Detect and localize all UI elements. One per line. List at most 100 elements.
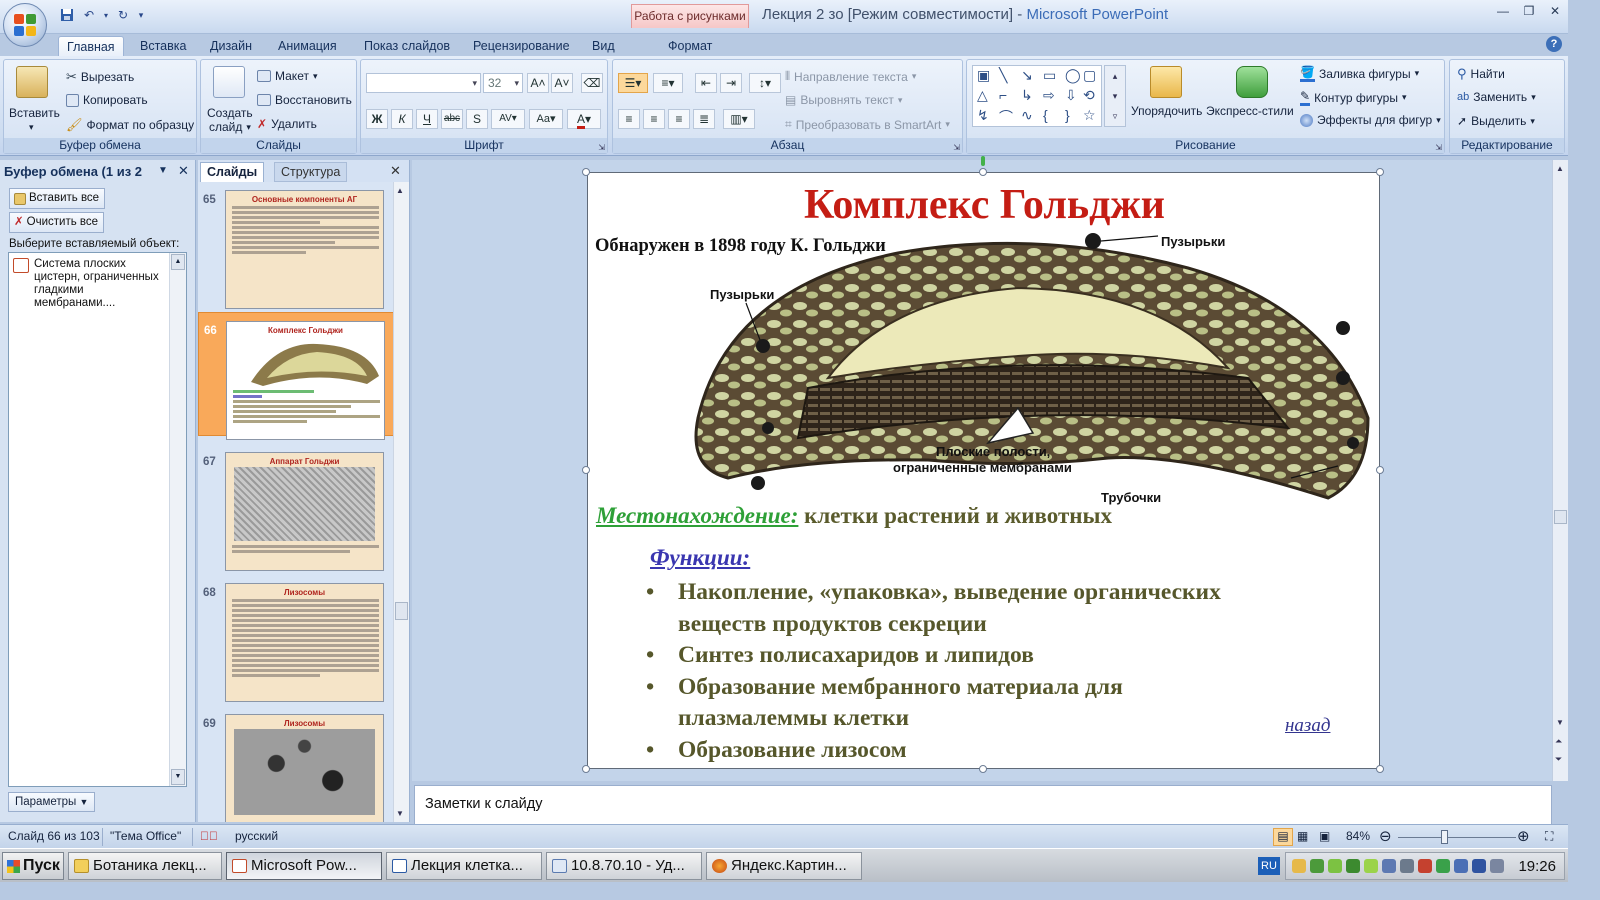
shapes-gallery-scroll[interactable]: ▴ ▾ ▿ [1104,65,1126,127]
textbox-shape-icon[interactable]: ▣ [977,67,990,84]
tray-icon[interactable] [1328,859,1342,873]
slide-thumbnail-row[interactable]: 67 Аппарат Гольджи [198,444,394,571]
replace-button[interactable]: ab Заменить ▾ [1457,90,1536,104]
zoom-slider-track[interactable] [1398,837,1516,838]
paste-icon[interactable] [16,66,48,98]
tray-icon[interactable] [1436,859,1450,873]
tab-review[interactable]: Рецензирование [465,36,578,58]
slide-area-scrollbar[interactable]: ▲ ▼ ⏶ ⏷ [1552,160,1568,781]
undo-icon[interactable]: ↶ [80,7,98,23]
slide-thumbnail-row[interactable]: 69 Лизосомы [198,706,394,822]
font-size-combo[interactable]: 32 ▾ [483,73,523,93]
tab-animation[interactable]: Анимация [270,36,345,58]
fit-to-window-icon[interactable]: ⛶ [1545,829,1553,844]
bullets-button[interactable]: ☰▾ [618,73,648,93]
drawing-dialog-launcher-icon[interactable]: ⇲ [1435,143,1442,152]
undo-dropdown-icon[interactable]: ▾ [102,7,110,23]
line-shape-icon[interactable]: ╲ [999,67,1007,84]
new-slide-label-1[interactable]: Создать [207,106,253,120]
scroll-down-icon[interactable]: ▼ [396,809,404,818]
line-spacing-button[interactable]: ↕▾ [749,73,781,93]
help-icon[interactable]: ? [1546,36,1562,52]
convert-smartart-button[interactable]: ⌗ Преобразовать в SmartArt ▾ [785,117,950,132]
scroll-up-icon[interactable]: ▲ [1556,164,1564,173]
taskbar-item[interactable]: Яндекс.Картин... [706,852,862,880]
shadow-button[interactable]: S [466,109,488,129]
underline-button[interactable]: Ч [416,109,438,129]
arrange-icon[interactable] [1150,66,1182,98]
scroll-down-icon[interactable]: ▼ [171,769,185,785]
rounded-rect-shape-icon[interactable]: ▢ [1083,67,1096,84]
format-painter-button[interactable]: 🖌 Формат по образцу [66,117,194,133]
zoom-slider-thumb[interactable] [1441,830,1448,844]
cut-button[interactable]: ✂ Вырезать [66,69,134,85]
new-slide-label-2[interactable]: слайд ▾ [209,120,251,134]
theme-name[interactable]: "Тема Office" [110,829,181,843]
curved-shape-icon[interactable]: ⟲ [1083,87,1095,104]
slide-thumbnail[interactable]: Комплекс Гольджи [226,321,385,440]
restore-button[interactable]: ❐ [1518,3,1540,20]
tray-icon[interactable] [1418,859,1432,873]
paragraph-dialog-launcher-icon[interactable]: ⇲ [953,143,960,152]
down-arrow-shape-icon[interactable]: ⇩ [1065,87,1077,104]
tab-insert[interactable]: Вставка [132,36,194,58]
next-slide-icon[interactable]: ⏷ [1555,754,1562,765]
grow-font-button[interactable]: A˄ [527,73,549,93]
clipboard-item[interactable]: Система плоских цистерн, ограниченных гл… [13,258,165,310]
zoom-in-icon[interactable]: ⊕ [1517,827,1530,845]
resize-handle[interactable] [1376,466,1384,474]
customize-qat-icon[interactable]: ▾ [136,7,146,23]
right-arrow-shape-icon[interactable]: ⇨ [1043,87,1055,104]
clear-formatting-button[interactable]: ⌫ [581,73,603,93]
arrange-button[interactable]: Упорядочить [1131,104,1202,118]
numbering-button[interactable]: ≡▾ [653,73,683,93]
layout-button[interactable]: Макет ▾ [257,69,318,83]
italic-button[interactable]: К [391,109,413,129]
location-text[interactable]: Местонахождение: клетки растений и живот… [596,503,1112,529]
resize-handle[interactable] [1376,765,1384,773]
copy-button[interactable]: Копировать [66,93,148,107]
slides-scroll-thumb[interactable] [395,602,408,620]
quick-styles-icon[interactable] [1236,66,1268,98]
tray-icon[interactable] [1346,859,1360,873]
taskbar-item-active[interactable]: Microsoft Pow... [226,852,382,880]
taskbar-item[interactable]: Лекция клетка... [386,852,542,880]
star-shape-icon[interactable]: ☆ [1083,107,1096,124]
find-button[interactable]: ⚲ Найти [1457,66,1505,82]
slide-thumbnail[interactable]: Лизосомы [225,714,384,822]
resize-handle[interactable] [582,168,590,176]
paste-button[interactable]: Вставить [9,106,60,120]
slide[interactable]: Комплекс Гольджи Обнаружен в 1898 году К… [587,172,1380,769]
tray-icon[interactable] [1472,859,1486,873]
normal-view-icon[interactable]: ▤ [1273,828,1293,846]
close-pane-icon[interactable]: ✕ [178,163,189,179]
font-family-combo[interactable]: ▾ [366,73,481,93]
close-window-button[interactable]: ✕ [1544,3,1566,20]
justify-button[interactable]: ≣ [693,109,715,129]
scroll-up-icon[interactable]: ▲ [396,186,404,195]
new-slide-icon[interactable] [213,66,245,98]
align-right-button[interactable]: ≡ [668,109,690,129]
pane-options-dropdown-icon[interactable]: ▼ [158,165,168,176]
resize-handle[interactable] [582,765,590,773]
slide-title[interactable]: Комплекс Гольджи [588,181,1379,229]
spelling-check-icon[interactable]: ✓⃝ [200,829,218,843]
elbow-connector-shape-icon[interactable]: ⌐ [999,87,1007,103]
slide-thumbnail-row[interactable]: 68 Лизосомы [198,575,394,702]
shapes-gallery[interactable]: ▣ ╲ ↘ ▭ ◯ ▢ △ ⌐ ↳ ⇨ ⇩ ⟲ ↯ ⌒ ∿ { } ☆ [972,65,1102,127]
clock[interactable]: 19:26 [1518,858,1556,875]
increase-indent-button[interactable]: ⇥ [720,73,742,93]
tab-format[interactable]: Формат [660,36,720,58]
shape-outline-button[interactable]: ✎ Контур фигуры ▾ [1300,89,1407,106]
clear-all-button[interactable]: ✗ Очистить все [9,212,105,233]
save-icon[interactable] [58,7,76,23]
zoom-level[interactable]: 84% [1346,829,1370,843]
tray-icon[interactable] [1400,859,1414,873]
close-slides-panel-icon[interactable]: ✕ [390,163,401,179]
triangle-shape-icon[interactable]: △ [977,87,988,104]
taskbar-item[interactable]: Ботаника лекц... [68,852,222,880]
clipboard-list-scrollbar[interactable]: ▲ ▼ [169,253,186,786]
text-direction-button[interactable]: ⫴ Направление текста ▾ [785,69,916,84]
shape-fill-button[interactable]: 🪣 Заливка фигуры ▾ [1300,65,1419,82]
align-text-button[interactable]: ▤ Выровнять текст ▾ [785,93,902,107]
